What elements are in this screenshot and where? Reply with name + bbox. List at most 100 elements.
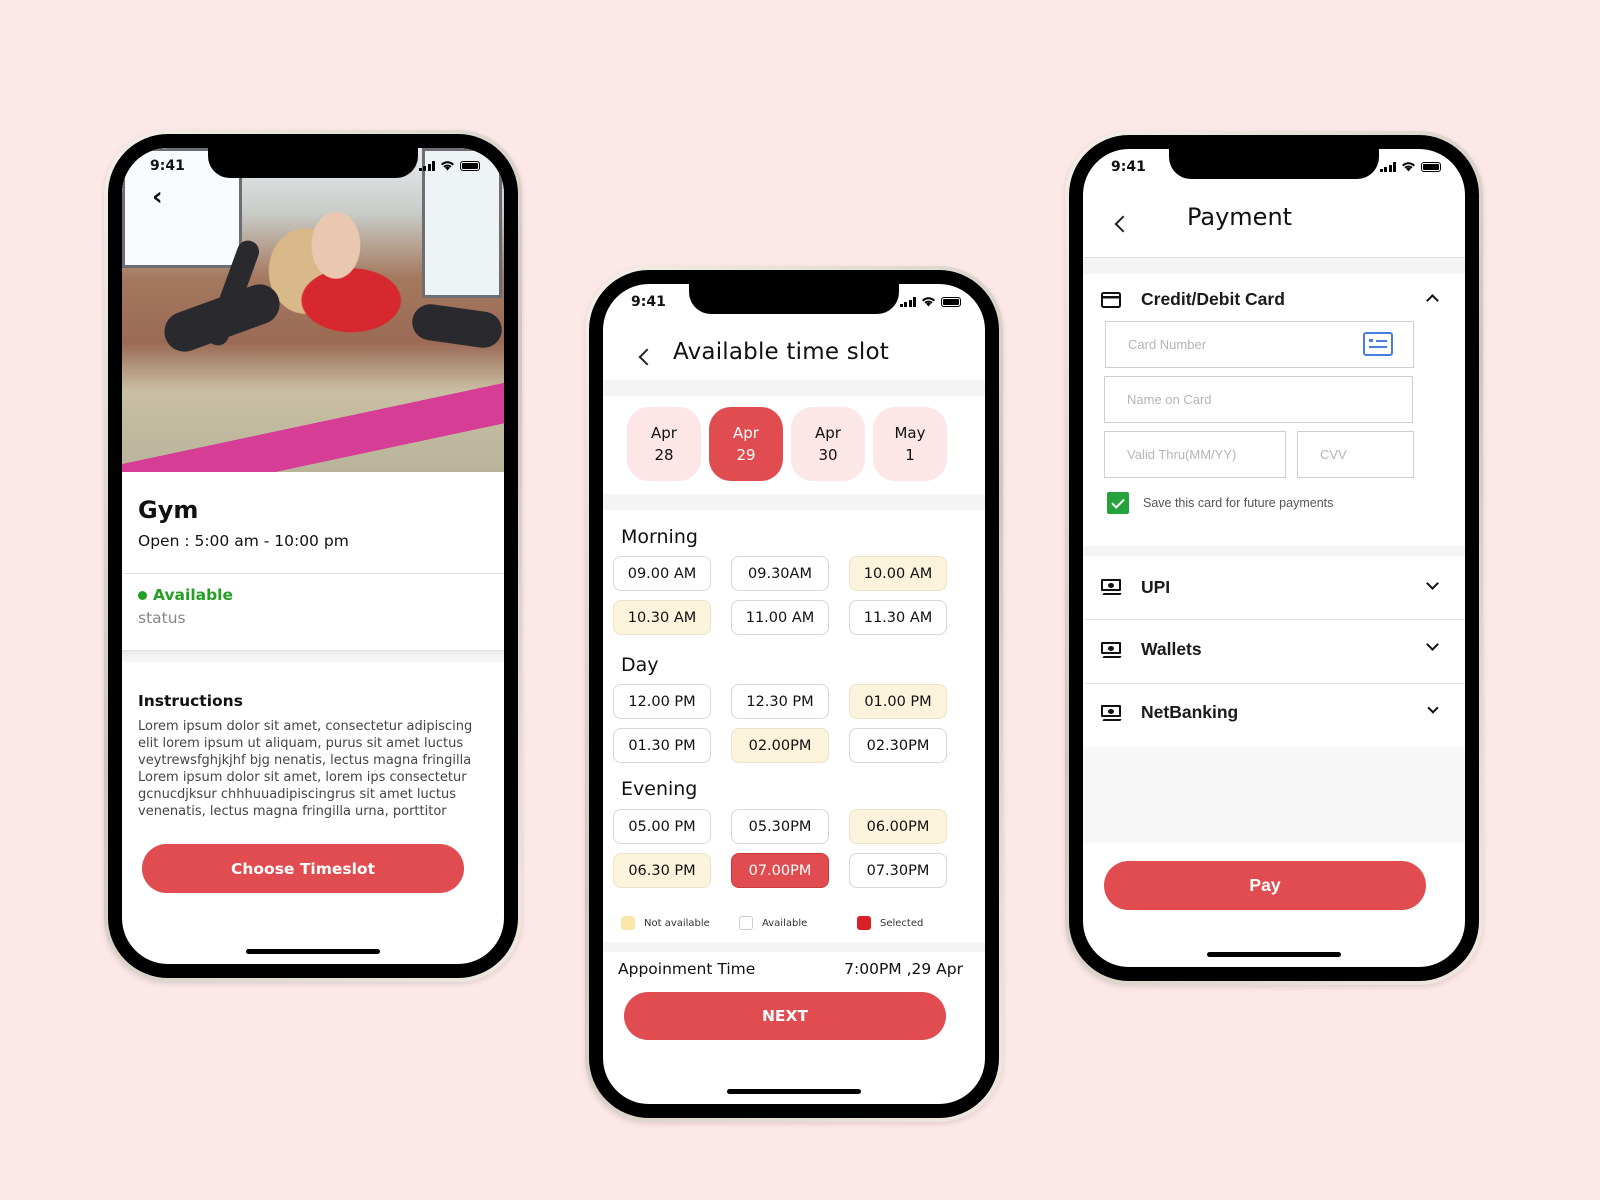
chevron-left-icon bbox=[638, 348, 656, 366]
cash-icon bbox=[1101, 579, 1123, 597]
status-time: 9:41 bbox=[150, 158, 185, 174]
phone-payment: 9:41 Payment Credit/Debit Card Card Numb… bbox=[1065, 131, 1483, 985]
time-slot[interactable]: 09.00 AM bbox=[613, 556, 711, 591]
save-card-label: Save this card for future payments bbox=[1143, 496, 1334, 510]
date-option[interactable]: Apr 28 bbox=[627, 407, 701, 481]
status-label: status bbox=[138, 609, 186, 627]
signal-icon bbox=[1379, 161, 1396, 172]
save-card-checkbox[interactable] bbox=[1107, 492, 1129, 514]
date-day: 1 bbox=[905, 446, 915, 464]
gym-screen: 9:41 ‹ Gym Open : 5:00 am - 10:00 pm Ava… bbox=[122, 148, 504, 964]
phone-gym-details: 9:41 ‹ Gym Open : 5:00 am - 10:00 pm Ava… bbox=[104, 130, 522, 982]
payment-screen: 9:41 Payment Credit/Debit Card Card Numb… bbox=[1083, 149, 1465, 967]
legend-available: Available bbox=[739, 916, 857, 930]
time-slot-unavailable: 01.00 PM bbox=[849, 684, 947, 719]
status-icons bbox=[418, 160, 480, 171]
section-separator bbox=[122, 651, 504, 663]
date-day: 30 bbox=[818, 446, 838, 464]
date-option[interactable]: Apr 30 bbox=[791, 407, 865, 481]
date-picker: Apr 28 Apr 29 Apr 30 May 1 bbox=[627, 407, 947, 481]
time-slot-selected[interactable]: 07.00PM bbox=[731, 853, 829, 888]
section-separator bbox=[603, 380, 985, 396]
payment-method-upi[interactable]: UPI bbox=[1083, 557, 1465, 619]
date-month: Apr bbox=[651, 424, 677, 442]
card-scan-icon[interactable] bbox=[1363, 332, 1393, 356]
payment-method-netbanking[interactable]: NetBanking bbox=[1083, 684, 1465, 747]
valid-thru-field[interactable] bbox=[1104, 431, 1286, 478]
timeslot-screen: 9:41 Available time slot Apr 28 Apr 29 Apr… bbox=[603, 284, 985, 1104]
divider bbox=[122, 573, 504, 574]
date-month: Apr bbox=[733, 424, 759, 442]
chevron-down-icon bbox=[1427, 702, 1439, 714]
page-title: Available time slot bbox=[673, 339, 889, 365]
payment-method-wallets[interactable]: Wallets bbox=[1083, 620, 1465, 683]
section-separator bbox=[603, 942, 985, 952]
battery-icon bbox=[460, 160, 480, 171]
battery-icon bbox=[1421, 161, 1441, 172]
back-button[interactable] bbox=[638, 348, 656, 366]
method-label: Wallets bbox=[1141, 639, 1202, 659]
instructions-heading: Instructions bbox=[138, 692, 243, 710]
method-label: UPI bbox=[1141, 577, 1171, 597]
cvv-field[interactable] bbox=[1297, 431, 1414, 478]
time-slot[interactable]: 07.30PM bbox=[849, 853, 947, 888]
section-separator bbox=[1083, 258, 1465, 274]
legend-selected: Selected bbox=[857, 916, 975, 930]
card-section-header[interactable]: Credit/Debit Card bbox=[1083, 285, 1465, 315]
phone-timeslot: 9:41 Available time slot Apr 28 Apr 29 Apr… bbox=[585, 266, 1003, 1122]
gym-hero-image: ‹ bbox=[122, 148, 504, 472]
evening-slots: 05.00 PM 05.30PM 06.00PM 06.30 PM 07.00P… bbox=[613, 809, 953, 888]
time-slot[interactable]: 05.00 PM bbox=[613, 809, 711, 844]
pay-button[interactable]: Pay bbox=[1104, 861, 1426, 910]
section-separator bbox=[603, 494, 985, 510]
battery-icon bbox=[941, 296, 961, 307]
cash-icon bbox=[1101, 705, 1123, 723]
wifi-icon bbox=[1402, 162, 1415, 172]
date-month: Apr bbox=[815, 424, 841, 442]
status-time: 9:41 bbox=[631, 294, 666, 310]
credit-card-icon bbox=[1101, 292, 1121, 308]
choose-timeslot-button[interactable]: Choose Timeslot bbox=[142, 844, 464, 893]
legend-label: Selected bbox=[880, 917, 924, 929]
back-button[interactable] bbox=[1114, 215, 1132, 233]
time-slot[interactable]: 01.30 PM bbox=[613, 728, 711, 763]
time-slot[interactable]: 12.30 PM bbox=[731, 684, 829, 719]
time-slot[interactable]: 11.00 AM bbox=[731, 600, 829, 635]
instructions-text: Lorem ipsum dolor sit amet, consectetur … bbox=[138, 719, 473, 819]
date-option[interactable]: May 1 bbox=[873, 407, 947, 481]
section-title-evening: Evening bbox=[621, 778, 698, 800]
legend-label: Available bbox=[762, 917, 808, 929]
section-title-morning: Morning bbox=[621, 526, 698, 548]
next-button[interactable]: NEXT bbox=[624, 992, 946, 1040]
back-button[interactable]: ‹ bbox=[152, 182, 163, 212]
gym-hours: Open : 5:00 am - 10:00 pm bbox=[138, 532, 349, 550]
time-slot[interactable]: 02.30PM bbox=[849, 728, 947, 763]
card-number-field[interactable]: Card Number bbox=[1105, 321, 1414, 368]
notch bbox=[689, 284, 899, 314]
signal-icon bbox=[418, 160, 435, 171]
time-slot[interactable]: 11.30 AM bbox=[849, 600, 947, 635]
time-slot[interactable]: 05.30PM bbox=[731, 809, 829, 844]
date-option-selected[interactable]: Apr 29 bbox=[709, 407, 783, 481]
legend-not-available: Not available bbox=[621, 916, 739, 930]
time-slot[interactable]: 12.00 PM bbox=[613, 684, 711, 719]
signal-icon bbox=[899, 296, 916, 307]
time-slot[interactable]: 09.30AM bbox=[731, 556, 829, 591]
time-slot-unavailable: 06.30 PM bbox=[613, 853, 711, 888]
status-icons bbox=[899, 296, 961, 307]
chevron-up-icon[interactable] bbox=[1426, 294, 1439, 307]
date-day: 28 bbox=[654, 446, 674, 464]
wifi-icon bbox=[441, 161, 454, 171]
notch bbox=[1169, 149, 1379, 179]
home-indicator bbox=[1207, 952, 1341, 957]
slot-legend: Not available Available Selected bbox=[621, 916, 975, 930]
name-on-card-field[interactable] bbox=[1104, 376, 1413, 423]
status-time: 9:41 bbox=[1111, 159, 1146, 175]
page-title: Payment bbox=[1187, 203, 1293, 231]
time-slot-unavailable: 10.30 AM bbox=[613, 600, 711, 635]
legend-label: Not available bbox=[644, 917, 710, 929]
status-value: Available bbox=[153, 586, 234, 604]
date-month: May bbox=[894, 424, 926, 442]
section-title-day: Day bbox=[621, 654, 659, 676]
time-slot-unavailable: 06.00PM bbox=[849, 809, 947, 844]
